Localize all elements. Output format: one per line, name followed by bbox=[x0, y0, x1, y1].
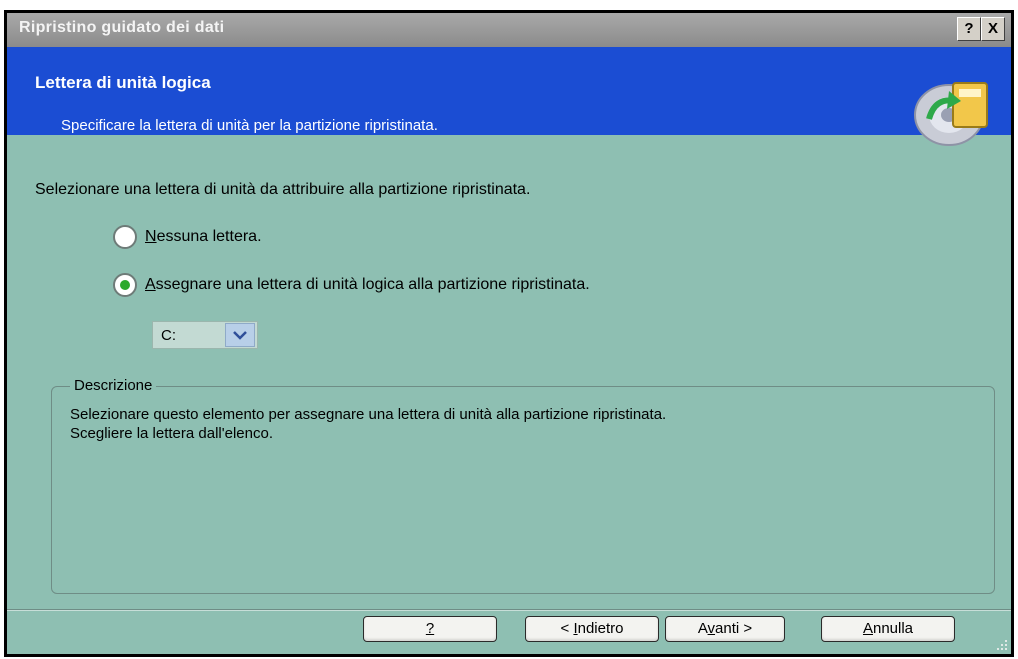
instruction-text: Selezionare una lettera di unità da attr… bbox=[35, 181, 531, 198]
wizard-header: Lettera di unità logica Specificare la l… bbox=[7, 47, 1011, 146]
radio-button[interactable] bbox=[113, 225, 137, 249]
description-group: Descrizione Selezionare questo elemento … bbox=[51, 377, 995, 594]
drive-letter-select[interactable]: C: bbox=[152, 321, 258, 349]
cancel-button[interactable]: Annulla bbox=[821, 616, 955, 642]
help-button-label: ? bbox=[425, 620, 435, 637]
label-text: essuna lettera. bbox=[156, 228, 262, 245]
next-label: anti > bbox=[715, 620, 753, 637]
wizard-window: Ripristino guidato dei dati ? X Lettera … bbox=[4, 10, 1014, 657]
back-prefix: < bbox=[560, 620, 574, 637]
cancel-label: nnulla bbox=[872, 620, 914, 637]
title-help-button[interactable]: ? bbox=[957, 17, 981, 41]
description-line-2: Scegliere la lettera dall'elenco. bbox=[70, 425, 273, 442]
help-button[interactable]: ? bbox=[363, 616, 497, 642]
footer-separator-highlight bbox=[7, 610, 1011, 611]
header-title: Lettera di unità logica bbox=[35, 73, 211, 92]
title-bar[interactable]: Ripristino guidato dei dati ? X bbox=[7, 13, 1011, 47]
radio-button-checked[interactable] bbox=[113, 273, 137, 297]
chevron-down-icon bbox=[233, 331, 247, 340]
description-line-1: Selezionare questo elemento per assegnar… bbox=[70, 406, 667, 423]
header-subtitle: Specificare la lettera di unità per la p… bbox=[61, 117, 438, 134]
description-text: Selezionare questo elemento per assegnar… bbox=[70, 405, 970, 443]
next-button[interactable]: Avanti > bbox=[665, 616, 785, 642]
access-key: v bbox=[707, 620, 716, 637]
chevron-down-icon[interactable] bbox=[225, 323, 255, 347]
access-key: A bbox=[145, 276, 156, 293]
label-text: ssegnare una lettera di unità logica all… bbox=[155, 276, 590, 293]
radio-assign-letter-label: Assegnare una lettera di unità logica al… bbox=[145, 276, 590, 294]
radio-no-letter-label: Nessuna lettera. bbox=[145, 228, 262, 246]
drive-letter-value: C: bbox=[161, 326, 176, 344]
back-button[interactable]: < Indietro bbox=[525, 616, 659, 642]
access-key: N bbox=[145, 228, 157, 245]
radio-assign-letter[interactable]: Assegnare una lettera di unità logica al… bbox=[113, 273, 590, 297]
radio-no-letter[interactable]: Nessuna lettera. bbox=[113, 225, 262, 249]
next-prefix: A bbox=[697, 620, 708, 637]
resize-grip-icon[interactable] bbox=[995, 638, 1009, 652]
window-title: Ripristino guidato dei dati bbox=[19, 19, 225, 36]
close-button[interactable]: X bbox=[981, 17, 1005, 41]
access-key: A bbox=[862, 620, 873, 637]
description-legend: Descrizione bbox=[70, 377, 157, 394]
restore-drive-icon bbox=[914, 82, 988, 146]
back-label: ndietro bbox=[577, 620, 624, 637]
